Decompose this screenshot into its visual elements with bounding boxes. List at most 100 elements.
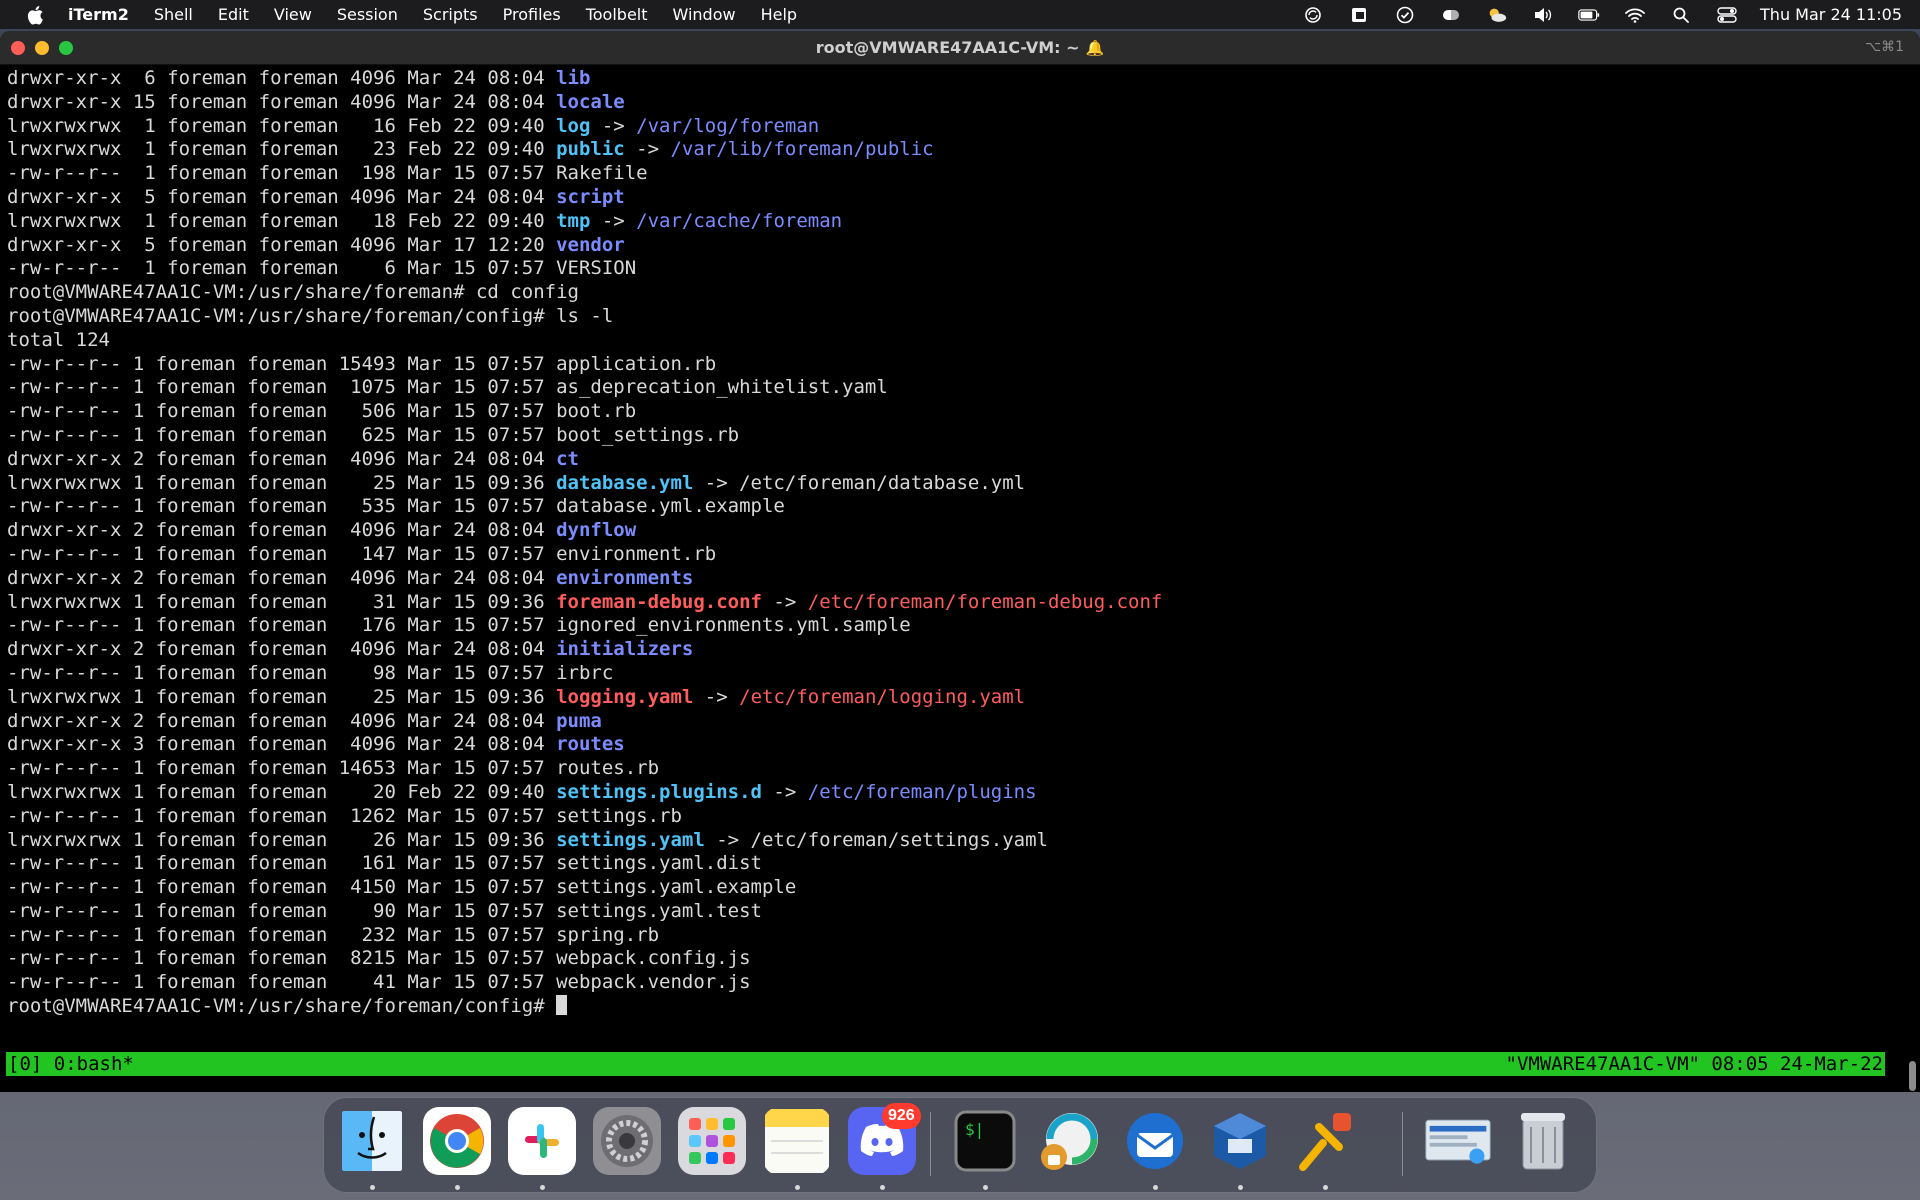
sync-icon[interactable] [1302, 6, 1324, 24]
terminal-text: lrwxrwxrwx 1 foreman foreman 23 Feb 22 0… [7, 138, 557, 161]
tmux-status-bar: [0] 0:bash* "VMWARE47AA1C-VM" 08:05 24-M… [6, 1052, 1885, 1076]
running-indicator [795, 1185, 800, 1190]
terminal-line: drwxr-xr-x 3 foreman foreman 4096 Mar 24… [7, 733, 1904, 757]
terminal-line: -rw-r--r-- 1 foreman foreman 232 Mar 15 … [7, 924, 1904, 948]
terminal-line: lrwxrwxrwx 1 foreman foreman 31 Mar 15 0… [7, 591, 1904, 615]
terminal-line: -rw-r--r-- 1 foreman foreman 4150 Mar 15… [7, 876, 1904, 900]
volume-icon[interactable] [1532, 6, 1554, 24]
clipboard-app-icon[interactable] [1348, 6, 1370, 24]
discord-notification-badge: 926 [882, 1103, 921, 1129]
iterm-window: root@VMWARE47AA1C-VM: ~ 🔔 ⌥⌘1 drwxr-xr-x… [0, 31, 1920, 1092]
apple-menu-icon[interactable] [24, 5, 46, 25]
terminal-text: -> [590, 114, 637, 137]
terminal-line: -rw-r--r-- 1 foreman foreman 176 Mar 15 … [7, 614, 1904, 638]
terminal-line: lrwxrwxrwx 1 foreman foreman 26 Mar 15 0… [7, 829, 1904, 853]
close-window-button[interactable] [11, 41, 25, 55]
weather-icon[interactable] [1486, 6, 1508, 24]
terminal-text: /var/lib/foreman/public [670, 138, 934, 161]
menu-help[interactable]: Help [761, 5, 797, 24]
menu-bar: iTerm2 Shell Edit View Session Scripts P… [0, 0, 1920, 29]
terminal-text: log [556, 114, 591, 137]
terminal-text: -rw-r--r-- 1 foreman foreman 4150 Mar 15… [7, 876, 797, 899]
menu-view[interactable]: View [274, 5, 312, 24]
terminal-text: -rw-r--r-- 1 foreman foreman 535 Mar 15 … [7, 495, 785, 518]
battery-icon[interactable] [1578, 6, 1600, 24]
running-indicator [983, 1185, 988, 1190]
slack-icon[interactable] [508, 1107, 576, 1175]
terminal-line: lrwxrwxrwx 1 foreman foreman 25 Mar 15 0… [7, 686, 1904, 710]
menu-shell[interactable]: Shell [154, 5, 193, 24]
terminal-line: drwxr-xr-x 2 foreman foreman 4096 Mar 24… [7, 638, 1904, 662]
thunderbird-icon[interactable] [1121, 1107, 1189, 1175]
terminal-text: -> [590, 209, 637, 232]
terminal-line: -rw-r--r-- 1 foreman foreman 625 Mar 15 … [7, 424, 1904, 448]
text-cursor [556, 995, 568, 1016]
virtualbox-icon[interactable] [1206, 1107, 1274, 1175]
terminal-line: drwxr-xr-x 15 foreman foreman 4096 Mar 2… [7, 91, 1904, 115]
terminal-text: drwxr-xr-x 6 foreman foreman 4096 Mar 24… [7, 67, 557, 89]
checkmark-circle-icon[interactable] [1394, 6, 1416, 24]
menu-profiles[interactable]: Profiles [503, 5, 561, 24]
terminal-text: foreman-debug.conf [556, 590, 762, 613]
menu-edit[interactable]: Edit [218, 5, 249, 24]
iterm-icon[interactable]: $| [951, 1107, 1019, 1175]
dock: $| [323, 1097, 1597, 1193]
menu-toolbelt[interactable]: Toolbelt [586, 5, 648, 24]
terminal-text: -rw-r--r-- 1 foreman foreman 6 Mar 15 07… [7, 257, 637, 280]
terminal-text: -rw-r--r-- 1 foreman foreman 41 Mar 15 0… [7, 971, 751, 994]
terminal-text: /etc/foreman/logging.yaml [739, 685, 1026, 708]
menu-bar-clock[interactable]: Thu Mar 24 11:05 [1760, 5, 1902, 24]
menu-scripts[interactable]: Scripts [423, 5, 478, 24]
terminal-text: -rw-r--r-- 1 foreman foreman 1262 Mar 15… [7, 804, 682, 827]
terminal-output[interactable]: drwxr-xr-x 6 foreman foreman 4096 Mar 24… [0, 67, 1904, 1067]
terminal-text: /var/log/foreman [636, 114, 820, 137]
terminal-line: drwxr-xr-x 5 foreman foreman 4096 Mar 17… [7, 234, 1904, 258]
terminal-text: -rw-r--r-- 1 foreman foreman 625 Mar 15 … [7, 423, 740, 446]
menu-app-name[interactable]: iTerm2 [68, 5, 129, 24]
terminal-text: root@VMWARE47AA1C-VM:/usr/share/foreman/… [7, 304, 614, 327]
chrome-icon[interactable] [423, 1107, 491, 1175]
system-preferences-icon[interactable] [593, 1107, 661, 1175]
tmux-window-list: [0] 0:bash* [8, 1053, 134, 1075]
terminal-text: /etc/foreman/plugins [807, 780, 1037, 803]
terminal-text: drwxr-xr-x 15 foreman foreman 4096 Mar 2… [7, 90, 557, 113]
terminal-text: drwxr-xr-x 5 foreman foreman 4096 Mar 17… [7, 233, 557, 256]
wifi-icon[interactable] [1624, 6, 1646, 24]
terminal-text: settings.yaml [556, 828, 705, 851]
search-icon[interactable] [1670, 6, 1692, 24]
control-center-icon[interactable] [1716, 6, 1738, 24]
notes-icon[interactable] [763, 1107, 831, 1175]
terminal-text: tmp [556, 209, 591, 232]
running-indicator [880, 1185, 885, 1190]
window-shortcut-label: ⌥⌘1 [1864, 39, 1904, 55]
terminal-text: lrwxrwxrwx 1 foreman foreman 25 Mar 15 0… [7, 471, 557, 494]
terminal-text: drwxr-xr-x 3 foreman foreman 4096 Mar 24… [7, 733, 557, 756]
menu-session[interactable]: Session [337, 5, 398, 24]
finder-icon[interactable] [338, 1107, 406, 1175]
terminal-text: logging.yaml [556, 685, 694, 708]
vpn-icon[interactable] [1036, 1107, 1104, 1175]
terminal-text: root@VMWARE47AA1C-VM:/usr/share/foreman#… [7, 281, 579, 304]
terminal-text: drwxr-xr-x 2 foreman foreman 4096 Mar 24… [7, 638, 557, 661]
window-titlebar[interactable]: root@VMWARE47AA1C-VM: ~ 🔔 ⌥⌘1 [0, 31, 1920, 65]
trash-icon[interactable] [1509, 1107, 1577, 1175]
terminal-line: drwxr-xr-x 6 foreman foreman 4096 Mar 24… [7, 67, 1904, 91]
running-indicator [1238, 1185, 1243, 1190]
terminal-text: lrwxrwxrwx 1 foreman foreman 31 Mar 15 0… [7, 590, 557, 613]
terminal-text: -> [761, 780, 808, 803]
terminal-line: drwxr-xr-x 5 foreman foreman 4096 Mar 24… [7, 186, 1904, 210]
pin-app-icon[interactable] [1291, 1107, 1359, 1175]
terminal-scrollbar[interactable] [1909, 1061, 1916, 1091]
terminal-prompt-line[interactable]: root@VMWARE47AA1C-VM:/usr/share/foreman/… [7, 995, 1904, 1019]
terminal-text: -rw-r--r-- 1 foreman foreman 198 Mar 15 … [7, 162, 648, 185]
minimize-window-button[interactable] [35, 41, 49, 55]
zoom-window-button[interactable] [59, 41, 73, 55]
menu-window[interactable]: Window [673, 5, 736, 24]
launchpad-icon[interactable] [678, 1107, 746, 1175]
terminal-text: database.yml [556, 471, 694, 494]
terminal-line: lrwxrwxrwx 1 foreman foreman 16 Feb 22 0… [7, 115, 1904, 139]
pill-icon[interactable] [1440, 6, 1462, 24]
downloads-stack-icon[interactable] [1424, 1107, 1492, 1175]
terminal-line: lrwxrwxrwx 1 foreman foreman 20 Feb 22 0… [7, 781, 1904, 805]
terminal-line: total 124 [7, 329, 1904, 353]
